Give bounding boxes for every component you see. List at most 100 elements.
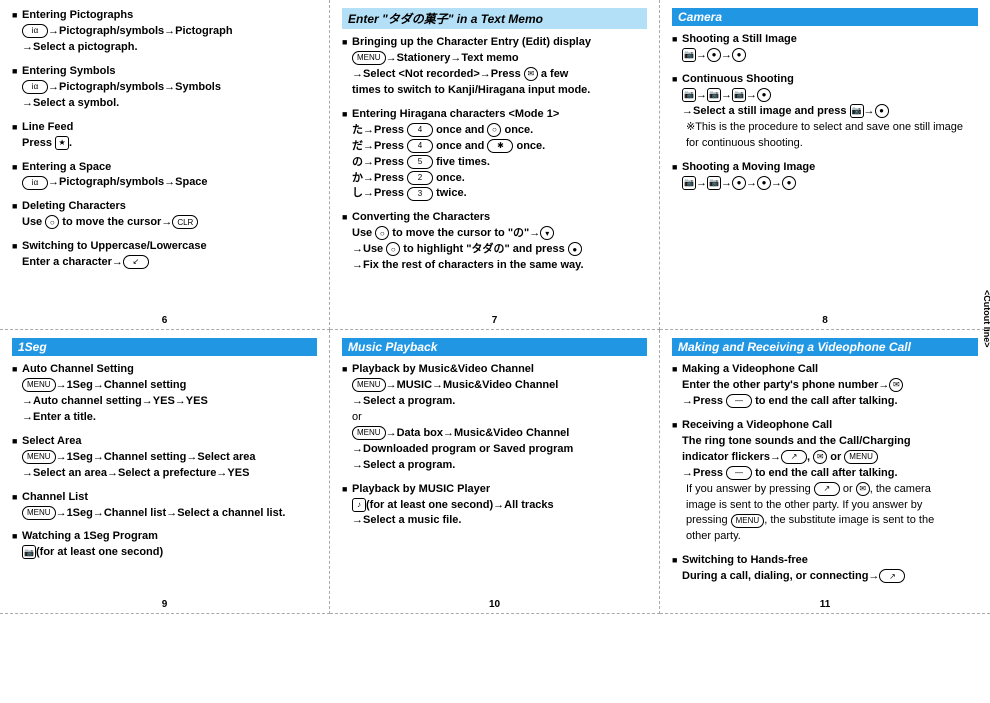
call-key-icon: ↙ (123, 255, 149, 269)
heading: Select Area (12, 434, 317, 450)
end-key-icon: ― (726, 466, 752, 480)
step: Press ★. (12, 136, 317, 152)
page-7: Enter "タダの菓子" in a Text Memo Bringing up… (330, 0, 660, 330)
step: Use ○ to move the cursor to "の"→▾ (342, 226, 647, 242)
page-10: Music Playback Playback by Music&Video C… (330, 330, 660, 614)
step: Use ○ to move the cursor→CLR (12, 215, 317, 231)
nav-icon: ○ (386, 242, 400, 256)
step: ♪(for at least one second)→All tracks (342, 498, 647, 514)
heading: Auto Channel Setting (12, 362, 317, 378)
step: か→Press 2 once. (342, 171, 647, 187)
menu-key-icon: MENU (22, 378, 56, 392)
nav-icon: ○ (375, 226, 389, 240)
step: MENU→Stationery→Text memo (342, 51, 647, 67)
star-key-icon: ★ (55, 136, 69, 150)
end-key-icon: ― (726, 394, 752, 408)
step: 📷→📷→📷→● (672, 88, 978, 104)
key-3-icon: 3 (407, 187, 433, 201)
nav-icon: ○ (45, 215, 59, 229)
page-number: 8 (660, 315, 990, 326)
center-key-icon: ● (757, 176, 771, 190)
mode-icon: iα (22, 80, 48, 94)
heading: Receiving a Videophone Call (672, 418, 978, 434)
step: →Enter a title. (12, 410, 317, 426)
mail-key-icon: ✉ (889, 378, 903, 392)
step: iα→Pictograph/symbols→Pictograph (12, 24, 317, 40)
note: pressing MENU, the substitute image is s… (672, 513, 978, 529)
center-key-icon: ● (732, 176, 746, 190)
step: MENU→MUSIC→Music&Video Channel (342, 378, 647, 394)
heading: Playback by Music&Video Channel (342, 362, 647, 378)
step: →Press ― to end the call after talking. (672, 394, 978, 410)
cutout-label: <Cutout line> (982, 290, 990, 348)
section-banner: 1Seg (12, 338, 317, 356)
step: iα→Pictograph/symbols→Symbols (12, 80, 317, 96)
step: →Press ― to end the call after talking. (672, 466, 978, 482)
heading: Entering Hiragana characters <Mode 1> (342, 107, 647, 123)
step: →Select a program. (342, 394, 647, 410)
center-key-icon: ● (757, 88, 771, 102)
heading: Making a Videophone Call (672, 362, 978, 378)
page-number: 6 (0, 315, 329, 326)
center-key-icon: ● (707, 48, 721, 62)
or-label: or (342, 410, 647, 426)
menu-key-icon: MENU (22, 506, 56, 520)
step: MENU→1Seg→Channel setting→Select area (12, 450, 317, 466)
center-key-icon: ● (782, 176, 796, 190)
step: MENU→1Seg→Channel list→Select a channel … (12, 506, 317, 522)
heading: Converting the Characters (342, 210, 647, 226)
camera-key-icon: 📷 (707, 176, 721, 190)
heading: Shooting a Still Image (672, 32, 978, 48)
heading: Deleting Characters (12, 199, 317, 215)
music-key-icon: ♪ (352, 498, 366, 512)
menu-key-icon: MENU (352, 51, 386, 65)
camera-key-icon: 📷 (732, 88, 746, 102)
heading: Watching a 1Seg Program (12, 529, 317, 545)
page-number: 11 (660, 599, 990, 610)
step: During a call, dialing, or connecting→↗ (672, 569, 978, 585)
call-key-icon: ↗ (814, 482, 840, 496)
step: →Select <Not recorded>→Press ✉ a few (342, 67, 647, 83)
step: →Select a pictograph. (12, 40, 317, 56)
note: image is sent to the other party. If you… (672, 498, 978, 514)
step: MENU→Data box→Music&Video Channel (342, 426, 647, 442)
page-11: <Cutout line> Making and Receiving a Vid… (660, 330, 990, 614)
mail-key-icon: ✉ (856, 482, 870, 496)
section-banner: Camera (672, 8, 978, 26)
center-key-icon: ● (732, 48, 746, 62)
page-number: 9 (0, 599, 329, 610)
camera-key-icon: 📷 (682, 176, 696, 190)
heading: Entering Pictographs (12, 8, 317, 24)
section-banner: Making and Receiving a Videophone Call (672, 338, 978, 356)
heading: Bringing up the Character Entry (Edit) d… (342, 35, 647, 51)
camera-key-icon: 📷 (22, 545, 36, 559)
step: →Select a symbol. (12, 96, 317, 112)
mail-key-icon: ✉ (524, 67, 538, 81)
step: →Select a still image and press 📷→● (672, 104, 978, 120)
note: ※This is the procedure to select and sav… (672, 120, 978, 152)
heading: Switching to Uppercase/Lowercase (12, 239, 317, 255)
step: →Select a program. (342, 458, 647, 474)
menu-key-icon: MENU (352, 426, 386, 440)
nav-icon: ○ (487, 123, 501, 137)
step: 📷→●→● (672, 48, 978, 64)
camera-key-icon: 📷 (707, 88, 721, 102)
step: Enter the other party's phone number→✉ (672, 378, 978, 394)
step: iα→Pictograph/symbols→Space (12, 175, 317, 191)
mail-key-icon: ✉ (813, 450, 827, 464)
step: →Fix the rest of characters in the same … (342, 258, 647, 274)
step: 📷(for at least one second) (12, 545, 317, 561)
step: →Use ○ to highlight "タダの" and press ● (342, 242, 647, 258)
page-9: 1Seg Auto Channel Setting MENU→1Seg→Chan… (0, 330, 330, 614)
camera-key-icon: 📷 (850, 104, 864, 118)
mode-icon: iα (22, 24, 48, 38)
manual-grid: Entering Pictographs iα→Pictograph/symbo… (0, 0, 990, 614)
page-6: Entering Pictographs iα→Pictograph/symbo… (0, 0, 330, 330)
step: Enter a character→↙ (12, 255, 317, 271)
heading: Playback by MUSIC Player (342, 482, 647, 498)
step: →Select an area→Select a prefecture→YES (12, 466, 317, 482)
clr-key-icon: CLR (172, 215, 198, 229)
note: other party. (672, 529, 978, 545)
heading: Channel List (12, 490, 317, 506)
step: →Select a music file. (342, 513, 647, 529)
